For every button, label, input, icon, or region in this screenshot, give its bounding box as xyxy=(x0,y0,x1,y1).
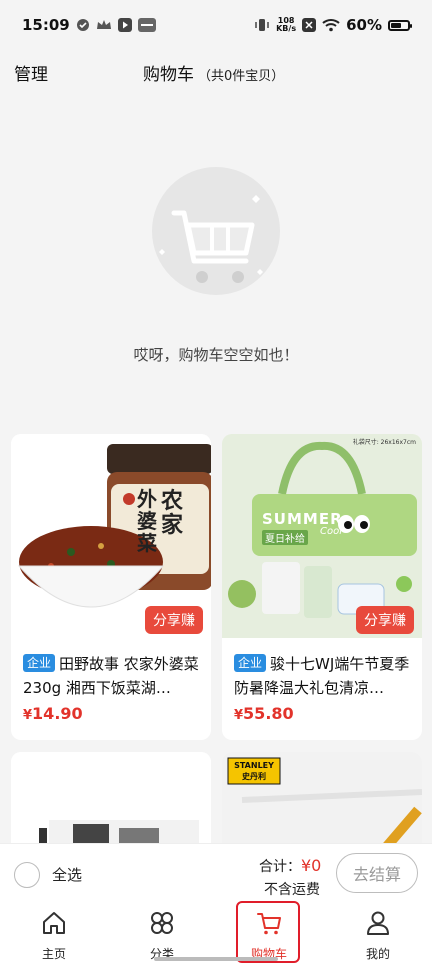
active-tab-highlight xyxy=(236,901,300,963)
product-title[interactable]: 企业 骏十七WJ端午节夏季防暑降温大礼包清凉… xyxy=(234,652,412,700)
select-all-checkbox[interactable] xyxy=(14,862,40,888)
checkout-button[interactable]: 去结算 xyxy=(336,853,418,893)
tab-label: 主页 xyxy=(41,947,66,961)
page-title-group: 购物车 （共0件宝贝） xyxy=(143,60,284,85)
product-image xyxy=(11,752,211,852)
profile-icon xyxy=(364,909,392,941)
enterprise-tag: 企业 xyxy=(23,654,56,672)
share-earn-badge[interactable]: 分享赚 xyxy=(356,606,414,634)
price-value: 14.90 xyxy=(32,704,83,723)
product-card[interactable] xyxy=(11,752,211,852)
jar-label-line1: 农家 xyxy=(161,489,184,538)
total-label: 合计： xyxy=(259,859,301,875)
enterprise-tag: 企业 xyxy=(234,654,267,672)
crown-icon xyxy=(96,19,112,31)
empty-cart-message: 哎呀，购物车空空如也！ xyxy=(133,346,299,364)
product-image: 农家 外婆菜 分享赚 xyxy=(11,434,211,638)
product-price: ¥55.80 xyxy=(234,704,294,723)
product-image: STANLEY 史丹利 xyxy=(222,752,422,852)
check-circle-icon xyxy=(76,18,90,32)
play-badge-icon xyxy=(117,18,132,32)
battery-percent: 60% xyxy=(346,16,382,34)
total-line: 合计：¥0 xyxy=(259,856,321,876)
status-left: 15:09 xyxy=(22,16,156,34)
category-icon xyxy=(148,909,176,941)
bag-script: Cool xyxy=(320,526,342,537)
product-card[interactable]: 礼袋尺寸: 26x16x7cm SUMMER 夏日补给 Cool 分享赚 企业骏… xyxy=(222,434,422,740)
app-badge-icon xyxy=(137,18,156,32)
product-price: ¥14.90 xyxy=(23,704,83,723)
nfc-icon xyxy=(302,18,317,32)
checkout-bar: 全选 合计：¥0 不含运费 去结算 xyxy=(0,843,432,903)
product-image: 礼袋尺寸: 26x16x7cm SUMMER 夏日补给 Cool 分享赚 xyxy=(222,434,422,638)
tab-label: 我的 xyxy=(365,947,390,961)
vibrate-icon xyxy=(254,17,270,33)
battery-icon xyxy=(388,19,412,31)
item-count: （共0件宝贝） xyxy=(198,69,285,84)
brand-line2: 史丹利 xyxy=(242,772,266,781)
page-title: 购物车 xyxy=(143,65,194,85)
tab-profile[interactable]: 我的 xyxy=(338,903,418,964)
status-right: 108 KB/s 60% xyxy=(254,16,412,34)
product-title[interactable]: 企业 田野故事 农家外婆菜230g 湘西下饭菜湖… xyxy=(23,652,201,700)
price-value: 55.80 xyxy=(243,704,294,723)
shipping-note: 不含运费 xyxy=(264,882,320,898)
product-card[interactable]: 农家 外婆菜 分享赚 企业 田野故事 农家外婆菜230g 湘西下饭菜湖… ¥14.… xyxy=(11,434,211,740)
manage-button[interactable]: 管理 xyxy=(14,60,48,85)
jar-label-line2: 外婆菜 xyxy=(137,487,157,555)
bag-subtext: 夏日补给 xyxy=(262,530,308,545)
net-speed: 108 KB/s xyxy=(276,17,296,33)
price-symbol: ¥ xyxy=(234,708,244,723)
empty-cart-icon xyxy=(152,165,280,305)
tab-home[interactable]: 主页 xyxy=(14,903,94,964)
bag-size-note: 礼袋尺寸: 26x16x7cm xyxy=(352,439,416,446)
tab-category[interactable]: 分类 xyxy=(122,903,202,964)
home-indicator[interactable] xyxy=(154,957,278,961)
brand-line1: STANLEY xyxy=(234,761,274,770)
tab-bar: 主页 分类 购物车 我的 xyxy=(0,903,432,964)
header: 管理 购物车 （共0件宝贝） xyxy=(0,52,432,92)
select-all-label[interactable]: 全选 xyxy=(52,864,82,885)
battery-fill xyxy=(391,22,401,28)
product-card[interactable]: STANLEY 史丹利 xyxy=(222,752,422,852)
wifi-icon xyxy=(322,18,340,32)
total-amount: ¥0 xyxy=(301,856,322,875)
brand-logo: STANLEY 史丹利 xyxy=(228,760,280,782)
status-bar: 15:09 108 KB/s 60% xyxy=(0,0,432,50)
home-icon xyxy=(40,909,68,941)
net-speed-unit: KB/s xyxy=(276,24,297,33)
price-symbol: ¥ xyxy=(23,708,33,723)
status-time: 15:09 xyxy=(22,16,70,34)
share-earn-badge[interactable]: 分享赚 xyxy=(145,606,203,634)
